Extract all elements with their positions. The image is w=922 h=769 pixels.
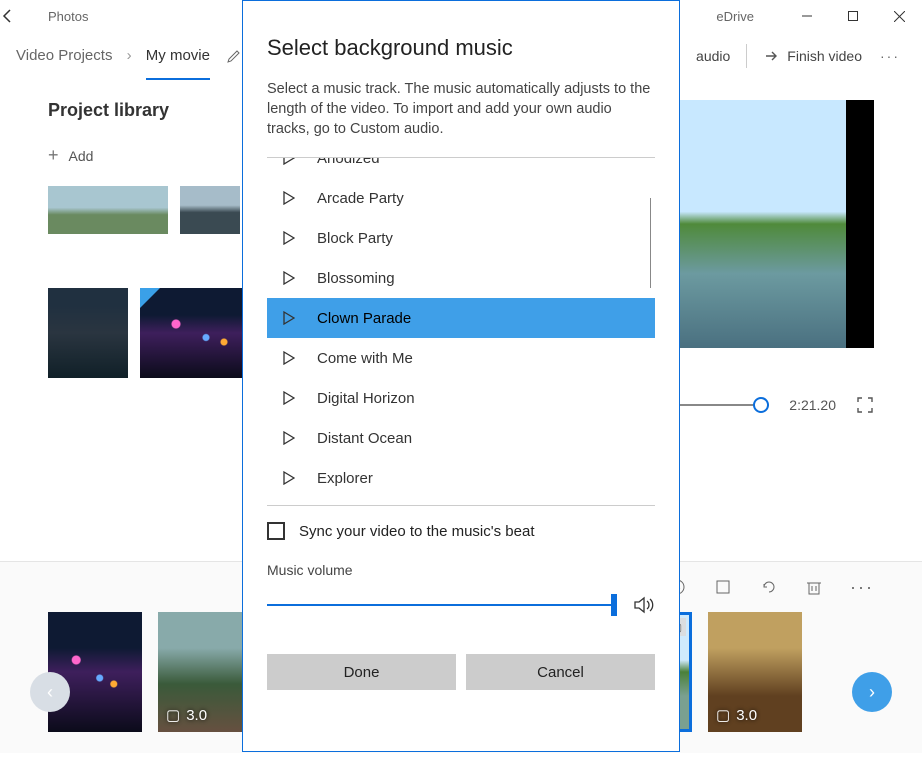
track-item[interactable]: Blossoming <box>267 258 655 298</box>
track-item[interactable]: Explorer <box>267 458 655 498</box>
track-name: Explorer <box>317 470 373 487</box>
play-icon[interactable] <box>283 471 297 485</box>
sync-checkbox-row[interactable]: Sync your video to the music's beat <box>267 505 655 556</box>
track-item[interactable]: Come with Me <box>267 338 655 378</box>
checkbox-icon[interactable] <box>267 522 285 540</box>
volume-slider[interactable] <box>267 604 617 606</box>
play-icon[interactable] <box>283 271 297 285</box>
track-item[interactable]: Clown Parade <box>267 298 655 338</box>
track-name: Clown Parade <box>317 310 411 327</box>
speaker-icon <box>633 596 655 614</box>
track-item[interactable]: Block Party <box>267 218 655 258</box>
track-name: Digital Horizon <box>317 390 415 407</box>
done-button[interactable]: Done <box>267 654 456 690</box>
play-icon[interactable] <box>283 351 297 365</box>
modal-description: Select a music track. The music automati… <box>267 79 655 139</box>
track-item[interactable]: Anodized <box>267 157 655 178</box>
background-music-modal: Select background music Select a music t… <box>242 0 680 752</box>
play-icon[interactable] <box>283 311 297 325</box>
cancel-button[interactable]: Cancel <box>466 654 655 690</box>
play-icon[interactable] <box>283 157 297 165</box>
sync-label: Sync your video to the music's beat <box>299 523 534 540</box>
track-item[interactable]: Arcade Party <box>267 178 655 218</box>
track-name: Arcade Party <box>317 190 404 207</box>
track-name: Blossoming <box>317 270 395 287</box>
volume-label: Music volume <box>267 562 655 578</box>
track-item[interactable]: Digital Horizon <box>267 378 655 418</box>
track-list[interactable]: Anodized Arcade Party Block Party Blossomin… <box>267 157 655 505</box>
play-icon[interactable] <box>283 231 297 245</box>
play-icon[interactable] <box>283 431 297 445</box>
modal-overlay: Select background music Select a music t… <box>0 0 922 769</box>
modal-title: Select background music <box>267 35 655 61</box>
play-icon[interactable] <box>283 391 297 405</box>
track-name: Come with Me <box>317 350 413 367</box>
track-item[interactable]: Distant Ocean <box>267 418 655 458</box>
track-name: Block Party <box>317 230 393 247</box>
track-name: Distant Ocean <box>317 430 412 447</box>
track-name: Anodized <box>317 157 380 167</box>
play-icon[interactable] <box>283 191 297 205</box>
